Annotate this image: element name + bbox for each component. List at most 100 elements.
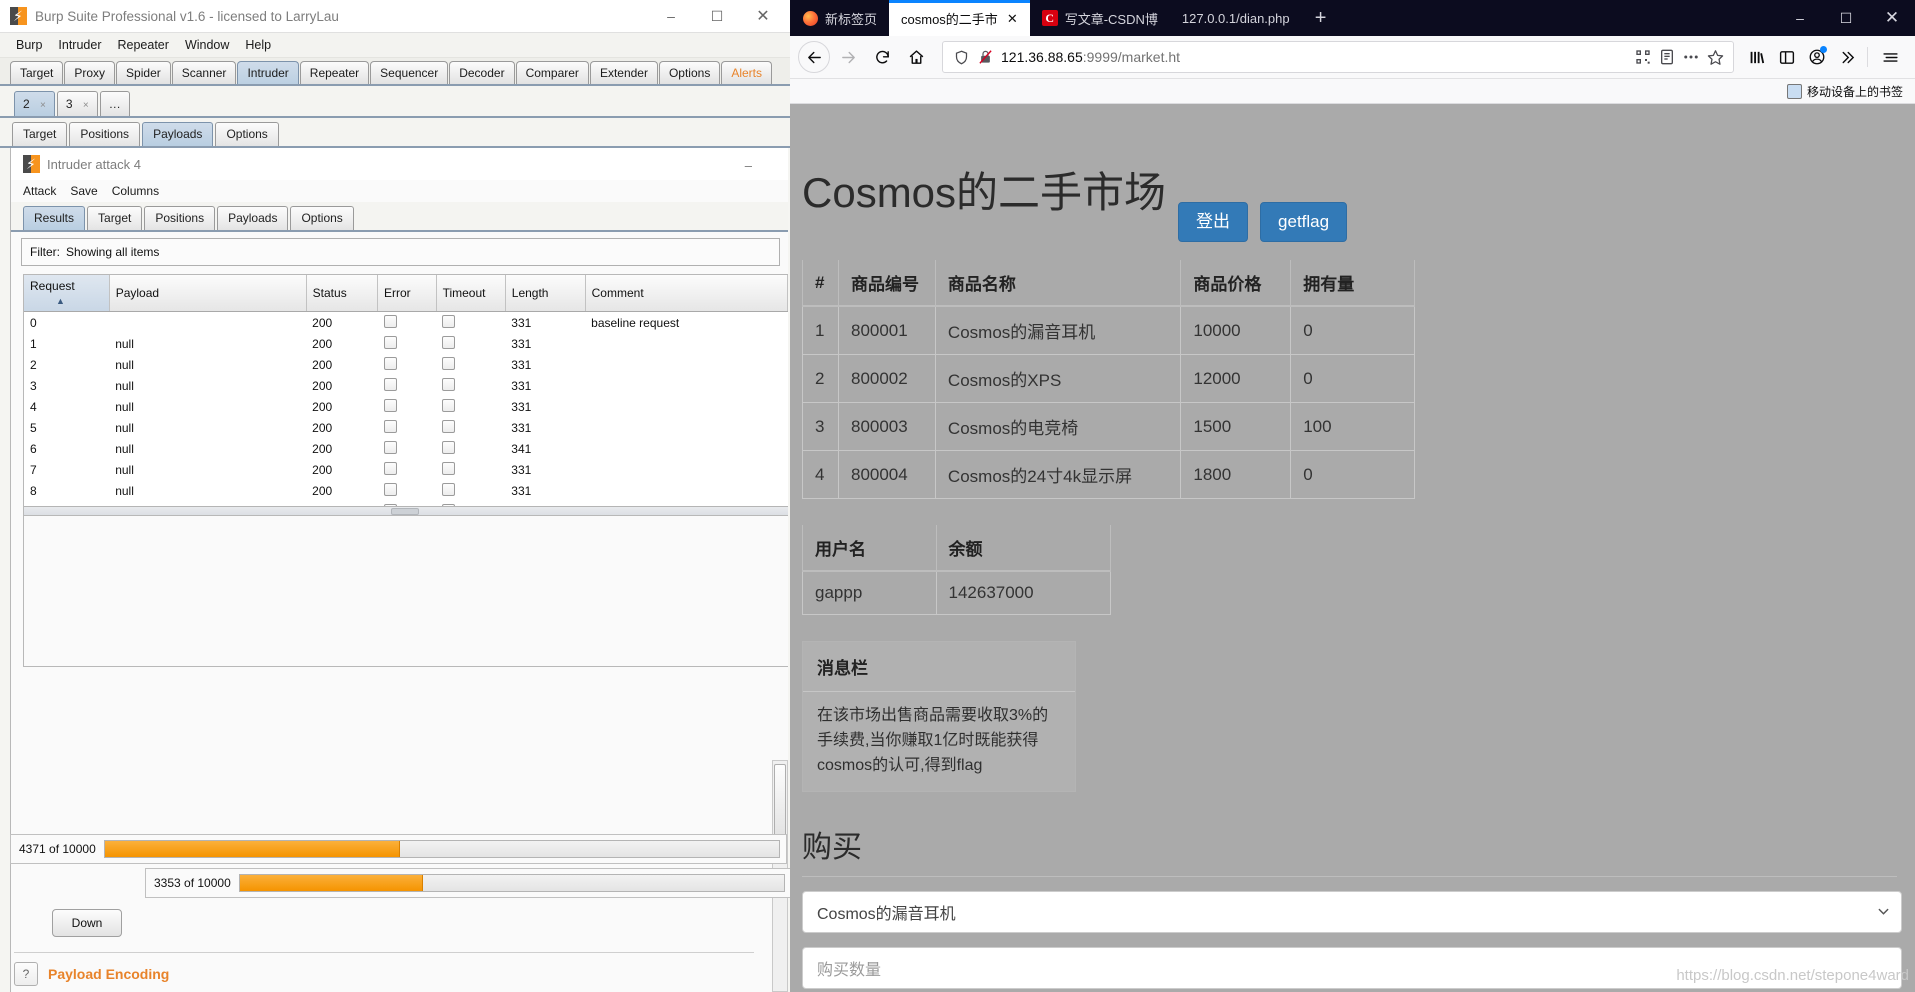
menu-help[interactable]: Help [237, 38, 279, 52]
account-icon[interactable] [1802, 41, 1832, 73]
tab-intruder[interactable]: Intruder [237, 61, 299, 84]
col-comment[interactable]: Comment [585, 275, 788, 312]
browser-tab-cosmos-market[interactable]: cosmos的二手市 ✕ [889, 0, 1030, 36]
bookmark-mobile-bookmarks[interactable]: 移动设备上的书签 [1781, 83, 1909, 100]
intruder-tab-options[interactable]: Options [215, 122, 279, 146]
tab-repeater[interactable]: Repeater [299, 61, 370, 84]
browser-tab-dian-php[interactable]: 127.0.0.1/dian.php [1170, 0, 1302, 36]
timeout-checkbox[interactable] [442, 419, 456, 433]
filter-bar[interactable]: Filter: Showing all items [21, 238, 780, 266]
table-row[interactable]: 4 null 200 331 [24, 396, 788, 417]
table-row[interactable]: 3 null 200 331 [24, 375, 788, 396]
logout-button[interactable]: 登出 [1178, 201, 1249, 243]
col-status[interactable]: Status [306, 275, 379, 312]
intruder-tab-target[interactable]: Target [12, 122, 68, 146]
home-icon[interactable] [900, 41, 932, 73]
timeout-checkbox[interactable] [442, 461, 456, 475]
library-icon[interactable] [1742, 41, 1772, 73]
intruder-tab-positions[interactable]: Positions [69, 122, 141, 146]
results-tab-payloads[interactable]: Payloads [217, 206, 289, 230]
help-icon[interactable]: ? [14, 962, 38, 986]
product-select[interactable]: Cosmos的漏音耳机 [802, 890, 1902, 933]
error-checkbox[interactable] [383, 440, 397, 454]
attack-tab-3-close-icon[interactable]: × [83, 100, 89, 111]
menu-intruder[interactable]: Intruder [50, 38, 109, 52]
col-error[interactable]: Error [377, 275, 437, 312]
reader-mode-icon[interactable] [1655, 49, 1679, 65]
error-checkbox[interactable] [383, 377, 397, 391]
tab-proxy[interactable]: Proxy [64, 61, 116, 84]
tab-spider[interactable]: Spider [116, 61, 171, 84]
lock-disabled-icon[interactable] [973, 49, 997, 65]
table-row[interactable]: 2 null 200 331 [24, 354, 788, 375]
error-checkbox[interactable] [383, 419, 397, 433]
tab-alerts[interactable]: Alerts [721, 61, 773, 84]
table-row[interactable]: 0 200 331 baseline request [24, 312, 788, 334]
browser-tab-new-tab-page[interactable]: 新标签页 [790, 0, 889, 36]
browser-tab-csdn[interactable]: C 写文章-CSDN博 [1030, 0, 1170, 36]
browser-close-button[interactable]: ✕ [1869, 0, 1915, 36]
error-checkbox[interactable] [383, 335, 397, 349]
chevron-down-icon[interactable] [1878, 906, 1889, 918]
table-row[interactable]: 7 null 200 331 [24, 459, 788, 480]
browser-maximize-button[interactable]: ☐ [1823, 0, 1869, 36]
page-actions-icon[interactable] [1679, 48, 1703, 66]
results-tab-target[interactable]: Target [87, 206, 143, 230]
timeout-checkbox[interactable] [442, 335, 456, 349]
results-tab-options[interactable]: Options [290, 206, 354, 230]
splitter-grip[interactable] [390, 508, 419, 515]
attack-tab-3[interactable]: 3 × [56, 91, 98, 116]
qr-code-icon[interactable] [1631, 49, 1655, 65]
attack-menu-columns[interactable]: Columns [112, 184, 173, 198]
menu-window[interactable]: Window [177, 38, 237, 52]
horizontal-splitter[interactable] [24, 506, 788, 515]
timeout-checkbox[interactable] [442, 314, 456, 328]
new-tab-button[interactable]: + [1302, 0, 1340, 36]
tab-extender[interactable]: Extender [589, 61, 658, 84]
error-checkbox[interactable] [383, 398, 397, 412]
chevron-double-right-icon[interactable] [1832, 41, 1862, 73]
col-payload[interactable]: Payload [109, 275, 307, 312]
sidebar-icon[interactable] [1772, 41, 1802, 73]
burp-minimize-button[interactable]: – [648, 0, 694, 32]
error-checkbox[interactable] [383, 461, 397, 475]
timeout-checkbox[interactable] [442, 377, 456, 391]
bookmark-star-icon[interactable] [1703, 49, 1727, 66]
burp-close-button[interactable]: ✕ [740, 0, 786, 32]
error-checkbox[interactable] [383, 314, 397, 328]
url-text[interactable]: 121.36.88.65:9999/market.ht [997, 49, 1631, 65]
reload-icon[interactable] [866, 41, 898, 73]
url-bar[interactable]: 121.36.88.65:9999/market.ht [942, 41, 1734, 73]
table-row[interactable]: 6 null 200 341 [24, 438, 788, 459]
tab-sequencer[interactable]: Sequencer [370, 61, 449, 84]
results-tab-results[interactable]: Results [23, 206, 86, 230]
attack-tab-more[interactable]: … [99, 91, 130, 116]
table-row[interactable]: 1 null 200 331 [24, 333, 788, 354]
tab-options[interactable]: Options [658, 61, 721, 84]
tab-scanner[interactable]: Scanner [171, 61, 237, 84]
attack-menu-attack[interactable]: Attack [23, 184, 70, 198]
getflag-button[interactable]: getflag [1260, 201, 1348, 243]
timeout-checkbox[interactable] [442, 356, 456, 370]
back-icon[interactable] [798, 41, 830, 73]
col-request[interactable]: Request ▲ [24, 275, 110, 312]
attack-menu-save[interactable]: Save [70, 184, 111, 198]
down-button[interactable]: Down [52, 909, 122, 937]
burp-maximize-button[interactable]: ☐ [694, 0, 740, 32]
col-timeout[interactable]: Timeout [436, 275, 506, 312]
timeout-checkbox[interactable] [442, 440, 456, 454]
attack-tab-2-close-icon[interactable]: × [40, 100, 46, 111]
menu-burp[interactable]: Burp [8, 38, 50, 52]
results-tab-positions[interactable]: Positions [144, 206, 216, 230]
attack-tab-2[interactable]: 2 × [14, 91, 55, 116]
hamburger-menu-icon[interactable] [1873, 41, 1907, 73]
tab-decoder[interactable]: Decoder [449, 61, 515, 84]
timeout-checkbox[interactable] [442, 482, 456, 496]
table-row[interactable]: 8 null 200 331 [24, 480, 788, 501]
error-checkbox[interactable] [383, 482, 397, 496]
tab-close-icon[interactable]: ✕ [1007, 12, 1018, 25]
browser-minimize-button[interactable]: – [1777, 0, 1823, 36]
error-checkbox[interactable] [383, 356, 397, 370]
timeout-checkbox[interactable] [442, 398, 456, 412]
tab-comparer[interactable]: Comparer [515, 61, 589, 84]
